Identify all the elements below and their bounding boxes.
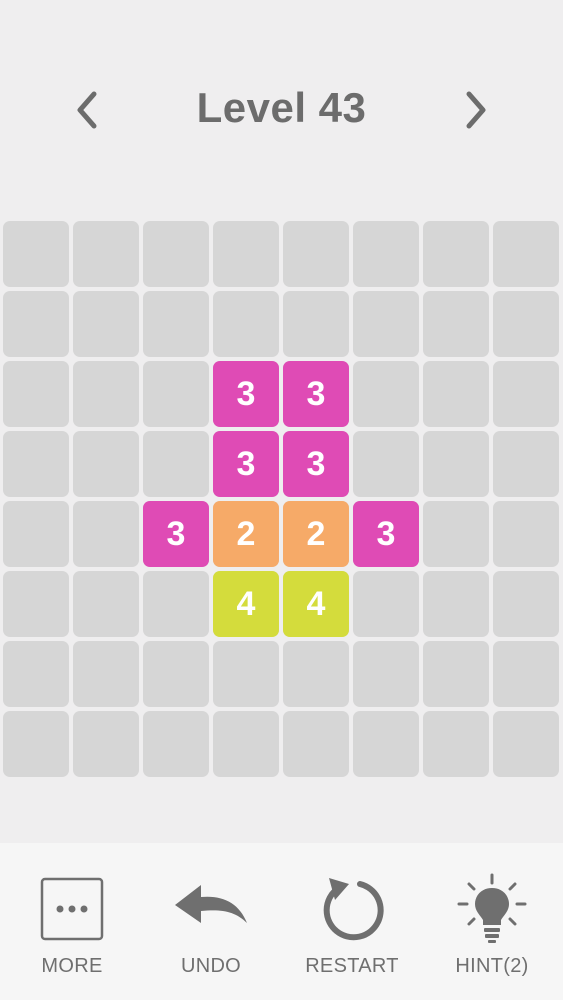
board-cell[interactable] [73,361,139,427]
board-cell[interactable] [3,571,69,637]
board-cell[interactable] [493,641,559,707]
board-cell[interactable] [493,221,559,287]
board-cell[interactable] [73,711,139,777]
board-cell[interactable] [143,221,209,287]
board-cell[interactable] [423,431,489,497]
board-cell[interactable] [143,641,209,707]
board-cell[interactable] [493,431,559,497]
number-tile[interactable]: 4 [213,571,279,637]
board-cell[interactable] [493,291,559,357]
board-cell[interactable] [423,571,489,637]
board-cell[interactable] [3,501,69,567]
board-cell[interactable] [213,291,279,357]
board-cell[interactable] [73,431,139,497]
board-cell[interactable] [493,711,559,777]
board-cell[interactable] [423,291,489,357]
board-cell[interactable] [353,221,419,287]
more-button[interactable]: MORE [12,873,132,983]
board-cell[interactable] [143,361,209,427]
board-cell[interactable] [353,641,419,707]
board-cell[interactable] [423,641,489,707]
board-cell[interactable] [143,291,209,357]
number-tile[interactable]: 4 [283,571,349,637]
board-cell[interactable] [213,221,279,287]
board-cell[interactable] [283,221,349,287]
board-cell[interactable] [3,361,69,427]
bottom-toolbar: MORE UNDO RESTART HINT(2) [0,843,563,1000]
board-cell[interactable] [283,291,349,357]
board-cell[interactable] [73,221,139,287]
game-board: 3333322344 [3,221,563,781]
more-label: MORE [41,955,103,977]
board-cell[interactable] [493,361,559,427]
board-cell[interactable] [3,711,69,777]
board-cell[interactable] [353,361,419,427]
hint-bulb-icon [457,873,527,943]
hint-label: HINT(2) [455,955,529,977]
board-cell[interactable] [213,711,279,777]
number-tile[interactable]: 3 [213,361,279,427]
restart-button[interactable]: RESTART [292,873,412,983]
board-cell[interactable] [423,711,489,777]
board-cell[interactable] [493,501,559,567]
board-cell[interactable] [213,641,279,707]
board-cell[interactable] [423,361,489,427]
number-tile[interactable]: 3 [283,431,349,497]
board-cell[interactable] [73,641,139,707]
undo-button[interactable]: UNDO [151,873,271,983]
board-cell[interactable] [493,571,559,637]
number-tile[interactable]: 3 [213,431,279,497]
board-cell[interactable] [73,291,139,357]
board-cell[interactable] [423,501,489,567]
level-header: Level 43 [0,70,563,150]
board-cell[interactable] [73,571,139,637]
restart-label: RESTART [305,955,399,977]
board-cell[interactable] [143,571,209,637]
number-tile[interactable]: 3 [143,501,209,567]
hint-button[interactable]: HINT(2) [432,873,552,983]
board-cell[interactable] [3,431,69,497]
board-cell[interactable] [3,641,69,707]
board-cell[interactable] [353,711,419,777]
restart-icon [323,878,384,941]
number-tile[interactable]: 3 [283,361,349,427]
undo-icon [175,885,247,923]
board-cell[interactable] [423,221,489,287]
number-tile[interactable]: 3 [353,501,419,567]
number-tile[interactable]: 2 [283,501,349,567]
board-cell[interactable] [73,501,139,567]
board-cell[interactable] [353,571,419,637]
chevron-right-icon [466,91,486,129]
number-tile[interactable]: 2 [213,501,279,567]
board-cell[interactable] [143,711,209,777]
board-cell[interactable] [3,291,69,357]
more-icon [40,877,104,941]
board-cell[interactable] [143,431,209,497]
board-cell[interactable] [3,221,69,287]
board-cell[interactable] [353,291,419,357]
undo-label: UNDO [180,955,242,977]
board-cell[interactable] [353,431,419,497]
next-level-button[interactable] [457,90,497,130]
board-cell[interactable] [283,641,349,707]
board-cell[interactable] [283,711,349,777]
